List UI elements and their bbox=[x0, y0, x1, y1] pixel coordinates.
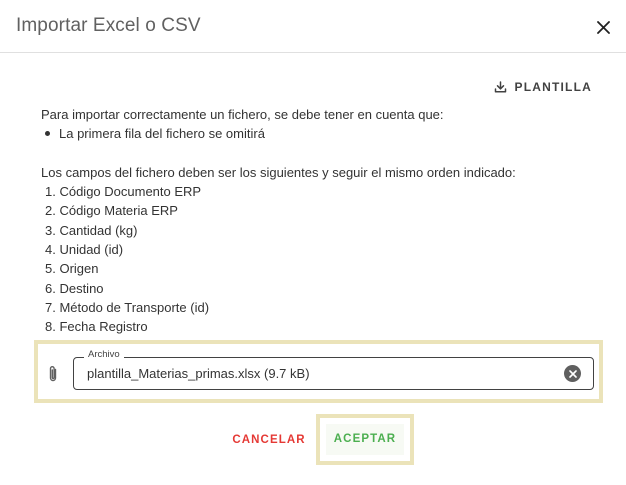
instructions-intro: Para importar correctamente un fichero, … bbox=[41, 107, 444, 122]
accept-zone: ACEPTAR bbox=[316, 414, 414, 465]
accept-button[interactable]: ACEPTAR bbox=[326, 424, 404, 455]
close-icon bbox=[596, 20, 610, 34]
paperclip-icon bbox=[49, 366, 57, 382]
dialog-title: Importar Excel o CSV bbox=[16, 15, 201, 36]
field-item: 8. Fecha Registro bbox=[45, 319, 148, 335]
import-dialog: Importar Excel o CSV PLANTILLA Para impo… bbox=[0, 0, 626, 485]
dialog-header: Importar Excel o CSV bbox=[0, 0, 626, 53]
download-icon bbox=[494, 81, 506, 93]
file-input-label: Archivo bbox=[84, 349, 124, 360]
instructions: Para importar correctamente un fichero, … bbox=[41, 105, 601, 337]
field-item: 3. Cantidad (kg) bbox=[45, 222, 138, 238]
rule-item: La primera fila del fichero se omitirá bbox=[41, 124, 601, 143]
field-item: 2. Código Materia ERP bbox=[45, 203, 178, 219]
file-name: plantilla_Materias_primas.xlsx (9.7 kB) bbox=[87, 366, 310, 381]
field-item: 1. Código Documento ERP bbox=[45, 184, 202, 200]
file-attach-button[interactable] bbox=[47, 365, 59, 388]
field-item: 7. Método de Transporte (id) bbox=[45, 299, 210, 315]
cancel-button[interactable]: CANCELAR bbox=[230, 430, 308, 450]
file-input-zone: Archivo plantilla_Materias_primas.xlsx (… bbox=[34, 340, 603, 403]
file-input[interactable]: Archivo plantilla_Materias_primas.xlsx (… bbox=[73, 349, 594, 390]
template-download-button[interactable]: PLANTILLA bbox=[494, 78, 592, 96]
clear-file-button[interactable] bbox=[564, 365, 581, 382]
field-item: 6. Destino bbox=[45, 280, 104, 296]
rule-text: La primera fila del fichero se omitirá bbox=[59, 126, 265, 142]
fields-intro: Los campos del fichero deben ser los sig… bbox=[41, 164, 516, 180]
bullet-icon bbox=[45, 131, 50, 137]
field-item: 5. Origen bbox=[45, 261, 99, 277]
template-button-label: PLANTILLA bbox=[514, 80, 592, 94]
clear-icon bbox=[568, 369, 577, 378]
field-item: 4. Unidad (id) bbox=[45, 242, 124, 258]
close-button[interactable] bbox=[590, 14, 616, 40]
